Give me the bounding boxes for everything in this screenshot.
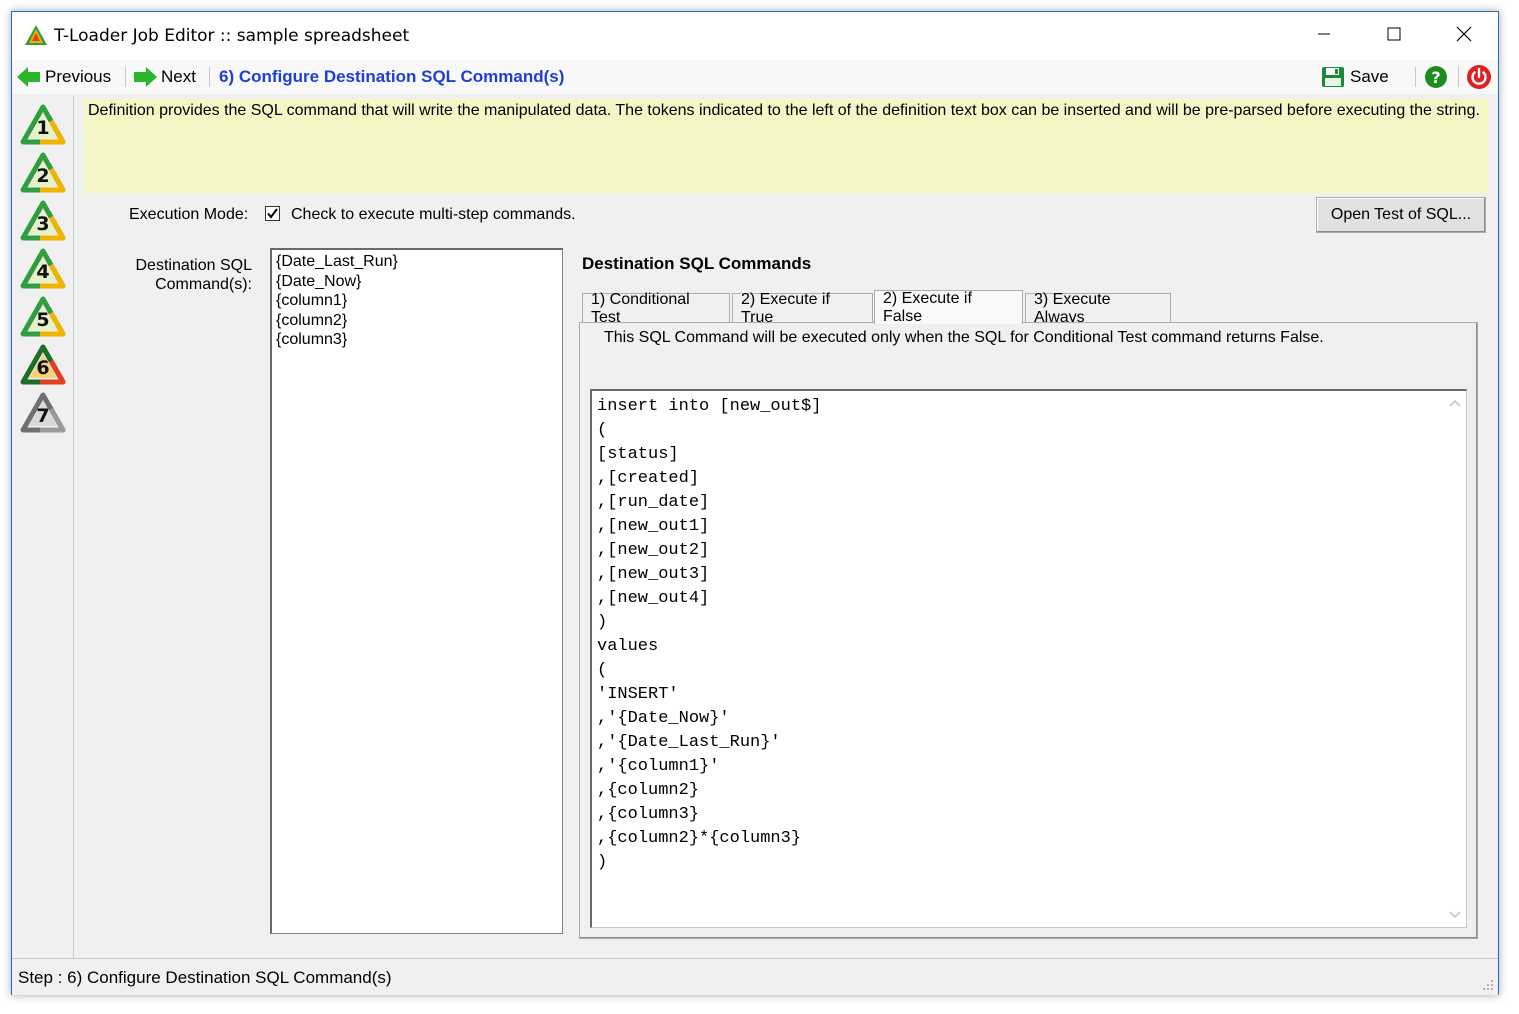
save-disk-icon (1322, 67, 1344, 87)
toolbar-divider (125, 67, 126, 87)
step-navigation: 1 2 3 4 5 6 7 (12, 96, 74, 958)
toolbar: Previous Next 6) Configure Destination S… (12, 60, 1498, 94)
execution-mode-checkbox[interactable] (265, 206, 280, 221)
vertical-scrollbar[interactable] (1444, 391, 1466, 927)
token-item[interactable]: {Date_Now} (276, 272, 558, 292)
toolbar-divider (1458, 67, 1459, 87)
checkmark-icon (267, 208, 278, 219)
step-5-button[interactable]: 5 (20, 296, 66, 338)
destination-sql-commands-title: Destination SQL Commands (582, 254, 812, 273)
step-number: 4 (36, 261, 49, 283)
token-item[interactable]: {Date_Last_Run} (276, 252, 558, 272)
tab-panel: This SQL Command will be executed only w… (579, 322, 1478, 939)
previous-label: Previous (45, 67, 112, 86)
current-step-title: 6) Configure Destination SQL Command(s) (219, 67, 565, 86)
status-text: Step : 6) Configure Destination SQL Comm… (18, 968, 392, 987)
app-logo-icon (24, 24, 48, 51)
step-4-button[interactable]: 4 (20, 248, 66, 290)
tab-execute-if-false[interactable]: 2) Execute if False (874, 290, 1023, 325)
next-button[interactable]: Next (132, 64, 196, 90)
step-number: 6 (36, 357, 49, 379)
tab-description: This SQL Command will be executed only w… (604, 329, 1324, 346)
execution-mode-label: Execution Mode: (129, 206, 249, 223)
step-6-button[interactable]: 6 (20, 344, 66, 386)
toolbar-divider (209, 67, 210, 87)
tab-conditional-test[interactable]: 1) Conditional Test (582, 291, 730, 326)
sql-editor[interactable]: insert into [new_out$] ( [status] ,[crea… (590, 389, 1467, 928)
arrow-right-icon (134, 67, 157, 87)
close-window-button[interactable] (1430, 12, 1498, 56)
exit-button[interactable] (1466, 64, 1492, 90)
help-button[interactable]: ? (1424, 64, 1448, 90)
help-icon: ? (1425, 66, 1447, 88)
step-triangle-icon: 7 (20, 392, 66, 433)
step-7-button[interactable]: 7 (20, 392, 66, 434)
execution-mode-checkbox-label[interactable]: Check to execute multi-step commands. (291, 206, 576, 224)
sql-editor-text[interactable]: insert into [new_out$] ( [status] ,[crea… (597, 395, 821, 875)
destination-label-line-1: Destination SQL (135, 257, 252, 274)
step-number: 5 (36, 309, 49, 331)
window-title: T-Loader Job Editor :: sample spreadshee… (54, 26, 410, 46)
destination-label-line-2: Command(s): (155, 276, 252, 293)
step-2-button[interactable]: 2 (20, 152, 66, 194)
scroll-down-icon[interactable] (1444, 905, 1466, 925)
minimize-button[interactable] (1290, 12, 1358, 56)
step-number: 7 (36, 405, 49, 427)
token-item[interactable]: {column2} (276, 311, 558, 331)
step-number: 3 (36, 213, 49, 235)
step-triangle-icon: 5 (20, 296, 66, 337)
status-bar: Step : 6) Configure Destination SQL Comm… (12, 958, 1498, 995)
step-number: 1 (36, 117, 49, 139)
step-triangle-icon: 6 (20, 344, 66, 385)
token-list[interactable]: {Date_Last_Run} {Date_Now} {column1} {co… (270, 248, 563, 934)
toolbar-divider (1415, 67, 1416, 87)
save-button[interactable]: Save (1321, 64, 1389, 90)
app-window: T-Loader Job Editor :: sample spreadshee… (11, 11, 1499, 995)
svg-text:?: ? (1431, 68, 1440, 87)
definition-help-text: Definition provides the SQL command that… (84, 99, 1488, 193)
step-triangle-icon: 4 (20, 248, 66, 289)
step-triangle-icon: 2 (20, 152, 66, 193)
step-number: 2 (36, 165, 49, 187)
destination-sql-label: Destination SQL Command(s): (112, 256, 252, 294)
arrow-left-icon (17, 67, 40, 87)
save-label: Save (1350, 67, 1389, 86)
step-3-button[interactable]: 3 (20, 200, 66, 242)
step-triangle-icon: 1 (20, 104, 66, 145)
token-item[interactable]: {column3} (276, 330, 558, 350)
tab-execute-if-true[interactable]: 2) Execute if True (732, 291, 873, 326)
tab-execute-always[interactable]: 3) Execute Always (1025, 291, 1171, 326)
step-1-button[interactable]: 1 (20, 104, 66, 146)
previous-button[interactable]: Previous (16, 64, 111, 90)
maximize-button[interactable] (1360, 12, 1428, 56)
resize-grip-icon[interactable] (1482, 979, 1494, 991)
scroll-up-icon[interactable] (1444, 393, 1466, 413)
next-label: Next (161, 67, 196, 86)
title-bar: T-Loader Job Editor :: sample spreadshee… (12, 12, 1498, 60)
token-item[interactable]: {column1} (276, 291, 558, 311)
power-icon (1467, 65, 1491, 89)
step-triangle-icon: 3 (20, 200, 66, 241)
open-test-sql-button[interactable]: Open Test of SQL... (1316, 197, 1486, 233)
